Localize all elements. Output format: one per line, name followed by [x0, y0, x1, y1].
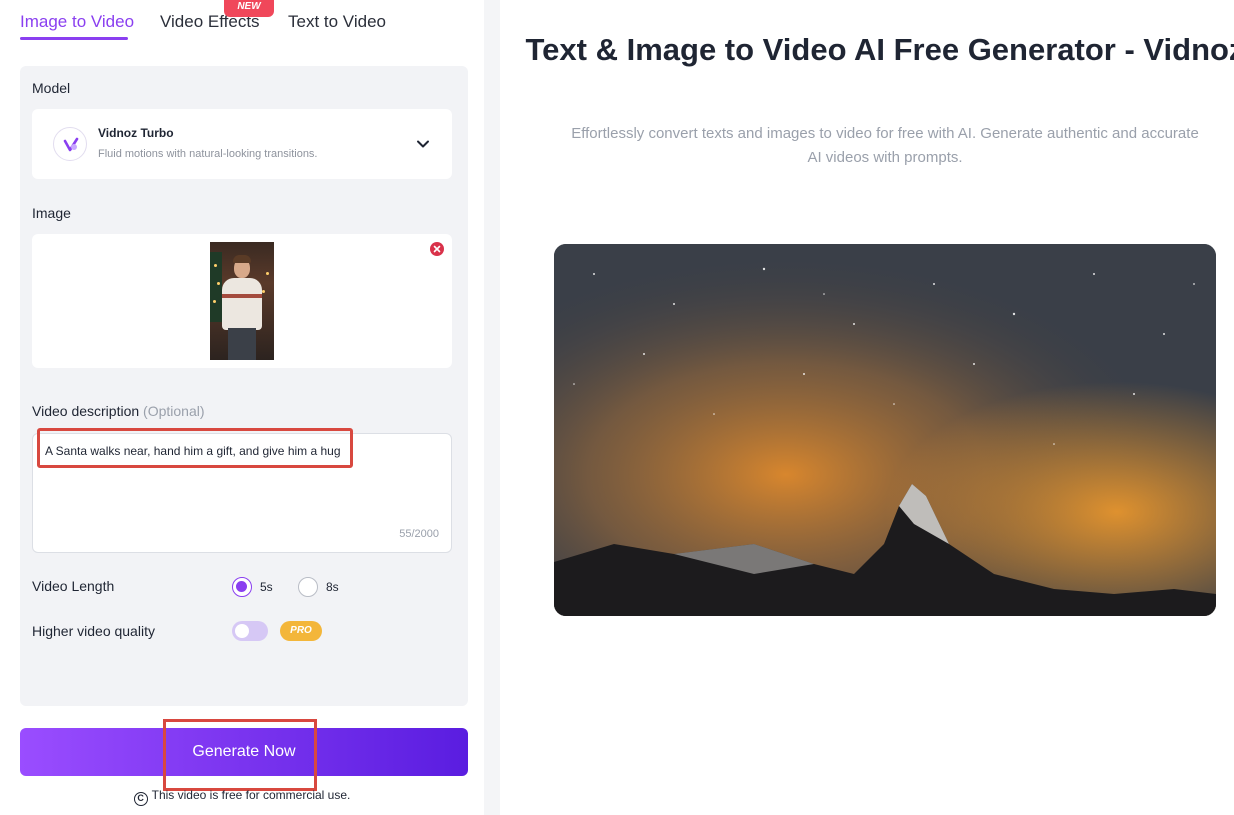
optional-hint: (Optional) — [143, 403, 205, 419]
chevron-down-icon — [417, 140, 429, 148]
image-upload-area[interactable] — [32, 234, 452, 368]
pro-badge: PRO — [280, 621, 322, 641]
video-description-input[interactable]: A Santa walks near, hand him a gift, and… — [32, 428, 452, 553]
higher-quality-label: Higher video quality — [32, 623, 155, 639]
length-5s-label: 5s — [260, 580, 273, 594]
length-5s-radio[interactable] — [232, 577, 252, 597]
active-tab-indicator — [20, 37, 128, 40]
uploaded-image-thumbnail — [210, 242, 274, 360]
vidnoz-logo-icon — [53, 127, 87, 161]
higher-quality-toggle[interactable] — [232, 621, 268, 641]
preview-video[interactable] — [554, 244, 1216, 616]
new-badge: NEW — [224, 0, 274, 17]
commercial-use-note: C This video is free for commercial use. — [0, 788, 484, 806]
model-dropdown[interactable]: Vidnoz Turbo Fluid motions with natural-… — [32, 109, 452, 179]
remove-image-icon[interactable] — [430, 242, 444, 256]
character-count: 55/2000 — [399, 528, 439, 540]
page-subtitle: Effortlessly convert texts and images to… — [571, 125, 1199, 166]
preview-image — [554, 244, 1216, 616]
page-title: Text & Image to Video AI Free Generator … — [525, 32, 1234, 67]
tab-image-to-video[interactable]: Image to Video — [20, 12, 134, 32]
left-panel: Image to Video Video Effects NEW Text to… — [0, 0, 484, 815]
generate-now-button[interactable]: Generate Now — [20, 728, 468, 776]
main-panel: Text & Image to Video AI Free Generator … — [500, 0, 1234, 815]
video-description-label-text: Video description — [32, 403, 140, 419]
video-description-value: A Santa walks near, hand him a gift, and… — [45, 444, 341, 458]
model-description: Fluid motions with natural-looking trans… — [98, 148, 318, 160]
tab-text-to-video[interactable]: Text to Video — [288, 12, 386, 32]
commercial-use-text: This video is free for commercial use. — [151, 788, 351, 802]
image-label: Image — [32, 205, 71, 221]
length-8s-radio[interactable] — [298, 577, 318, 597]
model-label: Model — [32, 80, 71, 96]
model-name: Vidnoz Turbo — [98, 126, 174, 140]
generator-form: Model Vidnoz Turbo Fluid motions with na… — [20, 66, 468, 706]
video-description-label: Video description (Optional) — [32, 403, 205, 419]
copyright-icon: C — [133, 792, 148, 806]
length-8s-label: 8s — [326, 580, 339, 594]
video-length-label: Video Length — [32, 578, 115, 594]
